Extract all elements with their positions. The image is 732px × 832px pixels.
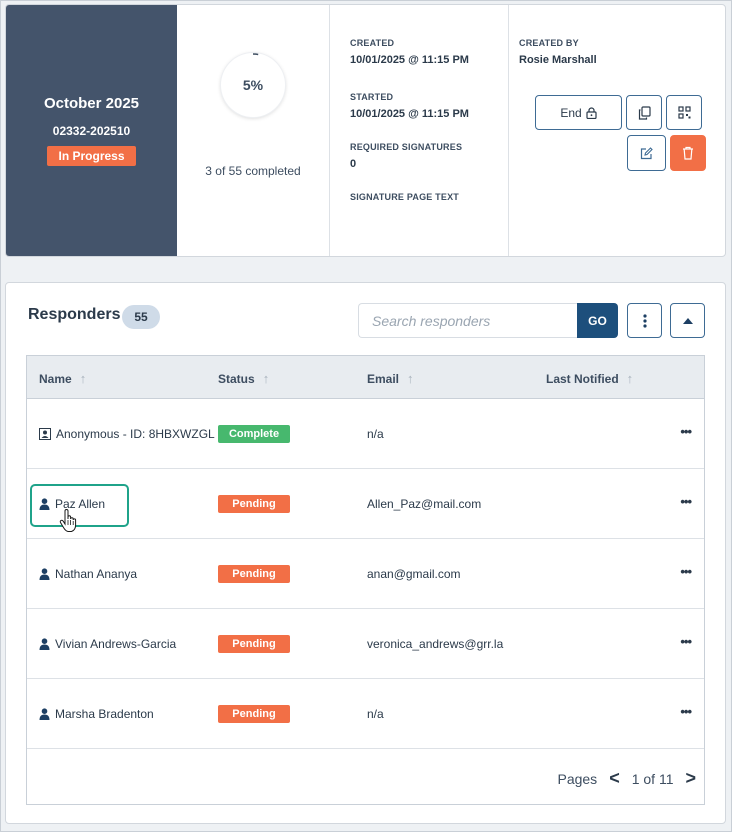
column-header-email[interactable]: Email ↑ [367,371,414,386]
column-status-label: Status [218,371,255,386]
qr-code-button[interactable] [666,95,702,130]
started-label: STARTED [350,92,394,102]
edit-icon [640,146,653,159]
responder-name-cell[interactable]: Marsha Bradenton [39,707,154,721]
created-by-value: Rosie Marshall [519,54,597,66]
created-by-label: CREATED BY [519,38,579,48]
progress-panel: 5% 3 of 55 completed [177,5,330,256]
responder-email: veronica_andrews@grr.la [367,637,504,651]
user-icon [39,568,50,580]
pagination: Pages < 1 of 11 > [557,768,696,789]
responder-name: Anonymous - ID: 8HBXWZGL [56,427,215,441]
table-row[interactable]: Vivian Andrews-Garcia Pending veronica_a… [27,609,704,679]
survey-code: 02332-202510 [52,124,131,138]
trash-icon [683,146,693,160]
sort-arrow-icon: ↑ [262,371,270,386]
row-actions-icon[interactable]: ••• [680,424,692,439]
column-last-notified-label: Last Notified [546,371,619,386]
column-name-label: Name [39,371,72,386]
delete-button[interactable] [670,135,706,171]
status-badge: Pending [218,495,290,513]
table-row[interactable]: Anonymous - ID: 8HBXWZGL Complete n/a ••… [27,399,704,469]
table-row[interactable]: Nathan Ananya Pending anan@gmail.com ••• [27,539,704,609]
responder-name: Nathan Ananya [55,567,138,581]
responder-email: n/a [367,707,384,721]
status-badge: Pending [218,635,290,653]
user-icon [39,638,50,650]
qr-code-icon [677,106,691,119]
responder-email: n/a [367,427,384,441]
table-row[interactable]: Marsha Bradenton Pending n/a ••• [27,679,704,749]
hand-cursor-icon [59,509,77,532]
responders-table: Name ↑ Status ↑ Email ↑ Last Notified ↑ [26,355,705,805]
sort-arrow-icon: ↑ [407,371,414,386]
search-input[interactable] [358,303,578,338]
responder-name: Vivian Andrews-Garcia [55,637,177,651]
actions-panel: CREATED BY Rosie Marshall End [509,5,725,256]
status-badge: Complete [218,425,290,443]
row-actions-icon[interactable]: ••• [680,704,692,719]
survey-summary-card: October 2025 02332-202510 In Progress 5%… [5,4,726,257]
summary-header-panel: October 2025 02332-202510 In Progress [6,5,177,256]
collapse-button[interactable] [670,303,705,338]
responders-title: Responders [28,306,121,323]
sort-arrow-icon: ↑ [79,371,87,386]
end-button-label: End [560,105,582,120]
lock-icon [586,106,597,119]
status-badge: In Progress [47,146,136,166]
chevron-right-icon[interactable]: > [685,768,696,789]
responders-panel: Responders 55 GO Name ↑ Status ↑ Email [5,282,726,824]
user-icon [39,498,50,510]
caret-up-icon [682,317,693,324]
progress-arc [252,53,259,56]
edit-button[interactable] [627,135,666,171]
responder-email: anan@gmail.com [367,567,461,581]
copy-button[interactable] [626,95,662,130]
required-signatures-value: 0 [350,158,357,170]
status-badge: Pending [218,565,290,583]
column-header-status[interactable]: Status ↑ [218,371,269,386]
table-row[interactable]: Paz Allen Pending Allen_Paz@mail.com ••• [27,469,704,539]
anonymous-icon [39,428,51,440]
column-header-last-notified[interactable]: Last Notified ↑ [546,371,633,386]
responder-name-cell[interactable]: Nathan Ananya [39,567,137,581]
required-signatures-label: REQUIRED SIGNATURES [350,142,463,152]
user-icon [39,708,50,720]
row-actions-icon[interactable]: ••• [680,634,692,649]
sort-arrow-icon: ↑ [626,371,634,386]
chevron-left-icon[interactable]: < [609,768,620,789]
started-value: 10/01/2025 @ 11:15 PM [350,108,469,120]
table-header: Name ↑ Status ↑ Email ↑ Last Notified ↑ [27,356,704,399]
page-indicator: 1 of 11 [631,770,674,787]
responders-count-badge: 55 [122,305,160,329]
responder-email: Allen_Paz@mail.com [367,497,482,511]
column-email-label: Email [367,371,400,386]
pages-label: Pages [557,770,598,787]
row-actions-icon[interactable]: ••• [680,564,692,579]
progress-text: 3 of 55 completed [205,164,301,178]
more-options-button[interactable] [627,303,662,338]
vertical-dots-icon [642,313,647,328]
responder-name-cell[interactable]: Vivian Andrews-Garcia [39,637,176,651]
go-button[interactable]: GO [577,303,618,338]
survey-title: October 2025 [43,95,140,112]
created-label: CREATED [350,38,395,48]
responder-name-cell[interactable]: Anonymous - ID: 8HBXWZGL [39,427,215,441]
signature-page-text-label: SIGNATURE PAGE TEXT [350,192,459,202]
end-button[interactable]: End [535,95,622,130]
status-badge: Pending [218,705,290,723]
copy-icon [638,105,651,120]
created-value: 10/01/2025 @ 11:15 PM [350,54,469,66]
responder-name: Marsha Bradenton [55,707,154,721]
progress-ring: 5% [221,53,285,117]
column-header-name[interactable]: Name ↑ [39,371,86,386]
dates-panel: CREATED 10/01/2025 @ 11:15 PM STARTED 10… [330,5,509,256]
row-actions-icon[interactable]: ••• [680,494,692,509]
